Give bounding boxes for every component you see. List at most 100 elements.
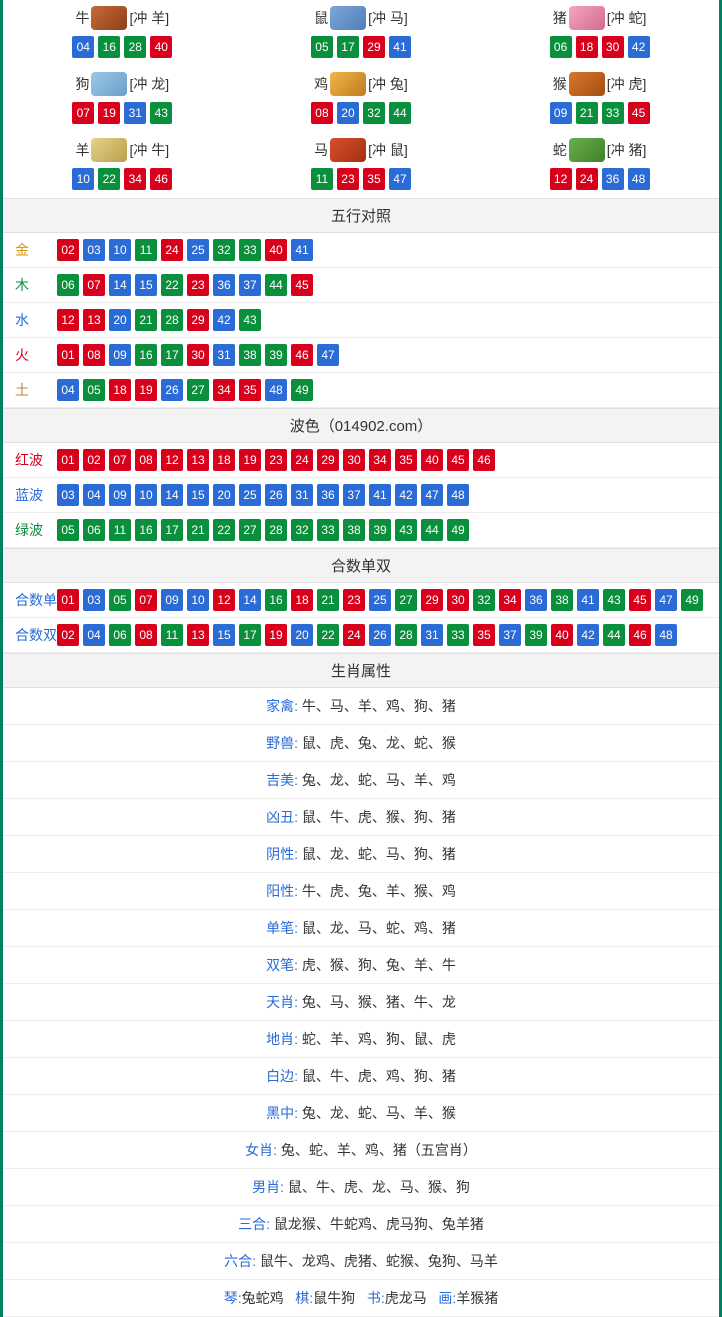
attr-key: 双笔:	[266, 957, 302, 973]
number-ball: 33	[317, 519, 339, 541]
zodiac-cell: 蛇[冲 猪]12243648	[480, 132, 719, 198]
attr-key: 女肖:	[245, 1142, 281, 1158]
attr-key: 野兽:	[266, 735, 302, 751]
attr-value: 鼠龙猴、牛蛇鸡、虎马狗、兔羊猪	[274, 1216, 484, 1232]
attr-row: 凶丑: 鼠、牛、虎、猴、狗、猪	[3, 799, 719, 836]
footer-value: 羊猴猪	[456, 1290, 498, 1306]
table-row: 合数双0204060811131517192022242628313335373…	[3, 618, 719, 653]
number-ball: 06	[550, 36, 572, 58]
number-ball: 01	[57, 449, 79, 471]
attr-value: 鼠牛、龙鸡、虎猪、蛇猴、兔狗、马羊	[260, 1253, 498, 1269]
number-ball: 22	[98, 168, 120, 190]
row-label: 绿波	[11, 520, 57, 540]
attr-value: 兔、马、猴、猪、牛、龙	[302, 994, 456, 1010]
zodiac-cell: 猪[冲 蛇]06183042	[480, 0, 719, 66]
zodiac-name: 猴	[553, 74, 567, 94]
row-balls: 05061116172122272832333839434449	[57, 519, 469, 541]
number-ball: 03	[83, 589, 105, 611]
number-ball: 45	[291, 274, 313, 296]
number-ball: 29	[363, 36, 385, 58]
table-row: 蓝波03040910141520252631363741424748	[3, 478, 719, 513]
zodiac-cell: 猴[冲 虎]09213345	[480, 66, 719, 132]
zodiac-chong: [冲 马]	[368, 8, 408, 28]
number-ball: 30	[187, 344, 209, 366]
attr-key: 阳性:	[266, 883, 302, 899]
number-ball: 24	[161, 239, 183, 261]
attr-key: 单笔:	[266, 920, 302, 936]
number-ball: 47	[389, 168, 411, 190]
number-ball: 05	[311, 36, 333, 58]
zodiac-balls: 07193143	[3, 102, 242, 124]
number-ball: 43	[603, 589, 625, 611]
number-ball: 13	[187, 449, 209, 471]
number-ball: 26	[265, 484, 287, 506]
zodiac-balls: 05172941	[242, 36, 481, 58]
attr-value: 鼠、牛、虎、鸡、狗、猪	[302, 1068, 456, 1084]
attr-key: 家禽:	[266, 698, 302, 714]
number-ball: 40	[551, 624, 573, 646]
zodiac-name: 牛	[75, 8, 89, 28]
number-ball: 32	[473, 589, 495, 611]
number-ball: 23	[337, 168, 359, 190]
table-row: 木06071415222336374445	[3, 268, 719, 303]
number-ball: 29	[421, 589, 443, 611]
attr-value: 牛、马、羊、鸡、狗、猪	[302, 698, 456, 714]
number-ball: 48	[447, 484, 469, 506]
number-ball: 02	[57, 239, 79, 261]
number-ball: 12	[57, 309, 79, 331]
attr-row: 地肖: 蛇、羊、鸡、狗、鼠、虎	[3, 1021, 719, 1058]
number-ball: 24	[576, 168, 598, 190]
number-ball: 32	[291, 519, 313, 541]
number-ball: 27	[239, 519, 261, 541]
number-ball: 09	[109, 484, 131, 506]
zodiac-icon	[330, 138, 366, 162]
number-ball: 01	[57, 344, 79, 366]
number-ball: 04	[83, 484, 105, 506]
number-ball: 30	[447, 589, 469, 611]
number-ball: 24	[343, 624, 365, 646]
row-label: 水	[11, 310, 57, 330]
attr-value: 兔、蛇、羊、鸡、猪（五宫肖）	[281, 1142, 477, 1158]
row-label: 合数单	[11, 590, 57, 610]
number-ball: 30	[602, 36, 624, 58]
footer-key: 琴:	[224, 1290, 242, 1306]
number-ball: 29	[317, 449, 339, 471]
footer-value: 兔蛇鸡	[242, 1290, 284, 1306]
row-label: 土	[11, 380, 57, 400]
row-balls: 03040910141520252631363741424748	[57, 484, 469, 506]
number-ball: 35	[395, 449, 417, 471]
attr-key: 天肖:	[266, 994, 302, 1010]
table-row: 合数单0103050709101214161821232527293032343…	[3, 583, 719, 618]
number-ball: 21	[187, 519, 209, 541]
number-ball: 08	[135, 449, 157, 471]
section-header-heshu: 合数单双	[3, 548, 719, 583]
attr-value: 蛇、羊、鸡、狗、鼠、虎	[302, 1031, 456, 1047]
number-ball: 31	[421, 624, 443, 646]
number-ball: 42	[395, 484, 417, 506]
zodiac-chong: [冲 羊]	[129, 8, 169, 28]
number-ball: 36	[525, 589, 547, 611]
number-ball: 30	[343, 449, 365, 471]
section-header-wuxing: 五行对照	[3, 198, 719, 233]
attr-row: 阴性: 鼠、龙、蛇、马、狗、猪	[3, 836, 719, 873]
number-ball: 37	[499, 624, 521, 646]
zodiac-icon	[569, 138, 605, 162]
footer-value: 虎龙马	[385, 1290, 427, 1306]
number-ball: 26	[369, 624, 391, 646]
number-ball: 26	[161, 379, 183, 401]
number-ball: 39	[525, 624, 547, 646]
table-row: 红波0102070812131819232429303435404546	[3, 443, 719, 478]
table-row: 火0108091617303138394647	[3, 338, 719, 373]
number-ball: 44	[421, 519, 443, 541]
row-balls: 0108091617303138394647	[57, 344, 339, 366]
attr-row: 男肖: 鼠、牛、虎、龙、马、猴、狗	[3, 1169, 719, 1206]
attr-key: 六合:	[224, 1253, 260, 1269]
number-ball: 42	[213, 309, 235, 331]
number-ball: 12	[161, 449, 183, 471]
number-ball: 23	[343, 589, 365, 611]
number-ball: 23	[265, 449, 287, 471]
zodiac-grid: 牛[冲 羊]04162840鼠[冲 马]05172941猪[冲 蛇]061830…	[3, 0, 719, 198]
number-ball: 10	[187, 589, 209, 611]
zodiac-name: 蛇	[553, 140, 567, 160]
zodiac-chong: [冲 龙]	[129, 74, 169, 94]
